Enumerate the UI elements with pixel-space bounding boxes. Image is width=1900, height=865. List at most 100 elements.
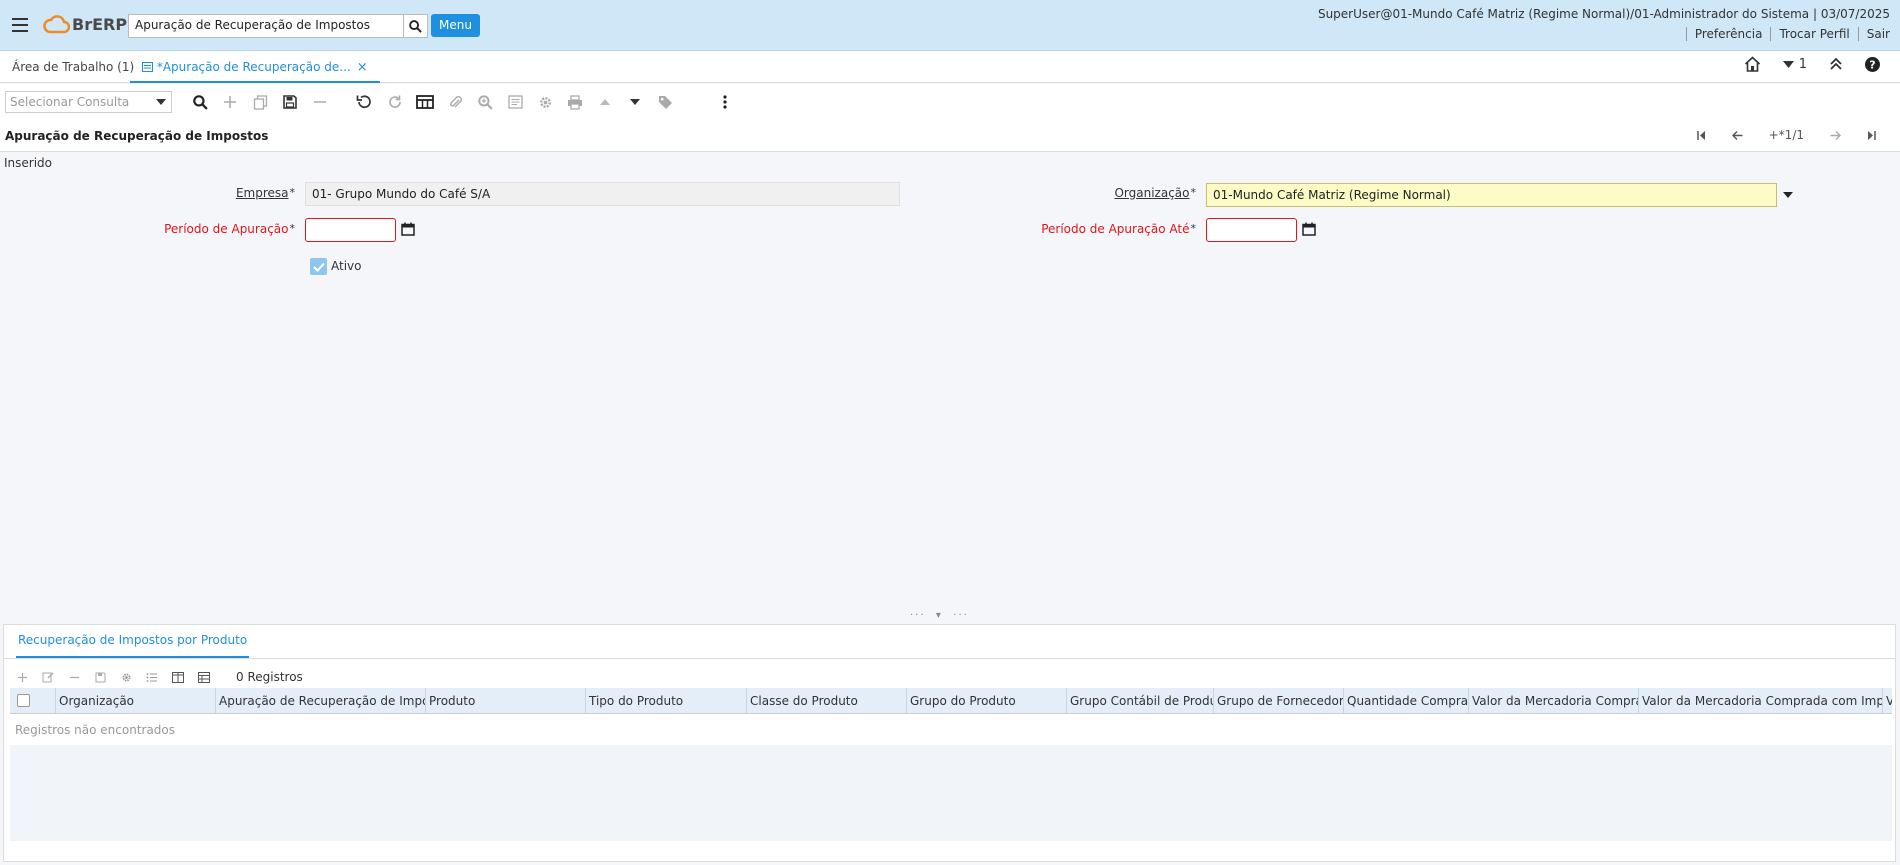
organizacao-dropdown-button[interactable] — [1777, 183, 1799, 207]
column-header[interactable]: Grupo do Produto — [906, 688, 1066, 713]
grid-new-icon[interactable] — [15, 670, 29, 684]
empresa-field[interactable]: 01- Grupo Mundo do Café S/A — [305, 182, 900, 206]
window-counter-dropdown[interactable]: 1 — [1782, 56, 1807, 72]
tag-icon[interactable] — [656, 93, 674, 111]
preferences-link[interactable]: Preferência — [1685, 27, 1771, 41]
tab-active-label: *Apuração de Recuperação de... — [156, 60, 351, 74]
window-icon — [142, 62, 153, 72]
user-context-info: SuperUser@01-Mundo Café Matriz (Regime N… — [1317, 7, 1890, 21]
periodo-apuracao-field[interactable] — [305, 218, 396, 242]
first-record-icon[interactable] — [1696, 130, 1706, 140]
window-tabbar: Área de Trabalho (1) *Apuração de Recupe… — [0, 51, 1900, 83]
tab-recuperacao-impostos-produto[interactable]: Recuperação de Impostos por Produto — [16, 625, 250, 658]
tab-active-window[interactable]: *Apuração de Recuperação de... × — [130, 51, 380, 83]
column-header[interactable]: Produto — [425, 688, 585, 713]
new-record-icon[interactable] — [221, 93, 239, 111]
ativo-label: Ativo — [331, 259, 362, 273]
zoom-across-icon[interactable] — [476, 93, 494, 111]
caret-down-icon — [1783, 192, 1793, 198]
change-role-link[interactable]: Trocar Perfil — [1770, 27, 1857, 41]
collapse-up-icon[interactable] — [1829, 57, 1843, 71]
top-right-actions: 1 ? — [1744, 56, 1880, 72]
column-header[interactable]: Grupo Contábil de Produto — [1066, 688, 1213, 713]
select-all-checkbox[interactable] — [17, 694, 30, 707]
svg-text:?: ? — [1869, 58, 1875, 71]
organizacao-label: Organização* — [1114, 186, 1196, 200]
save-icon[interactable] — [281, 93, 299, 111]
hamburger-menu-icon[interactable] — [12, 18, 28, 32]
grid-save-icon[interactable] — [93, 670, 107, 684]
grid-header: Organização Apuração de Recuperação de I… — [10, 688, 1892, 714]
delete-icon[interactable] — [311, 93, 329, 111]
copy-record-icon[interactable] — [251, 93, 269, 111]
column-header[interactable]: Organização — [55, 688, 215, 713]
column-header[interactable]: Apuração de Recuperação de Impostos — [215, 688, 425, 713]
periodo-apuracao-ate-field[interactable] — [1206, 218, 1297, 242]
caret-down-icon — [155, 99, 166, 105]
checkmark-icon — [312, 262, 325, 272]
find-icon[interactable] — [191, 93, 209, 111]
record-navigation: +*1/1 — [1696, 128, 1876, 142]
grid-body — [10, 745, 1892, 841]
grid-delete-icon[interactable] — [67, 670, 81, 684]
logout-link[interactable]: Sair — [1857, 27, 1890, 41]
column-header[interactable]: Valor da Mercadoria Comprada — [1468, 688, 1638, 713]
last-record-icon[interactable] — [1867, 130, 1876, 140]
search-icon — [409, 19, 422, 33]
empty-grid-message: Registros não encontrados — [15, 723, 176, 737]
attachment-icon[interactable] — [446, 93, 464, 111]
undo-icon[interactable] — [355, 93, 373, 111]
window-toolbar: Selecionar Consulta — [0, 84, 1900, 120]
help-icon[interactable]: ? — [1865, 56, 1880, 72]
record-count: 0 Registros — [236, 670, 303, 684]
next-record-icon[interactable] — [1830, 130, 1841, 140]
column-header[interactable]: Classe do Produto — [746, 688, 906, 713]
grid-edit-icon[interactable] — [41, 670, 55, 684]
column-header[interactable]: V — [1882, 688, 1892, 713]
app-logo[interactable]: BrERP — [42, 13, 127, 35]
column-header[interactable]: Valor da Mercadoria Comprada com Imposto… — [1638, 688, 1882, 713]
column-header[interactable]: Tipo do Produto — [585, 688, 746, 713]
query-dropdown-button[interactable] — [150, 91, 172, 113]
ativo-checkbox[interactable] — [310, 258, 327, 275]
organizacao-field[interactable]: 01-Mundo Café Matriz (Regime Normal) — [1206, 183, 1777, 207]
calendar-icon[interactable] — [401, 222, 415, 236]
parent-record-icon[interactable] — [596, 93, 614, 111]
column-header[interactable]: Quantidade Comprada — [1343, 688, 1468, 713]
grid-sort-icon[interactable] — [145, 670, 159, 684]
window-title: Apuração de Recuperação de Impostos — [5, 129, 269, 143]
calendar-icon[interactable] — [1302, 222, 1316, 236]
empresa-label: Empresa* — [235, 186, 295, 200]
home-icon[interactable] — [1744, 56, 1761, 72]
report-icon[interactable] — [506, 93, 524, 111]
print-icon[interactable] — [566, 93, 584, 111]
menu-button[interactable]: Menu — [431, 14, 480, 37]
grid-layout-icon[interactable] — [197, 670, 211, 684]
more-options-icon[interactable] — [716, 93, 734, 111]
panel-splitter[interactable]: ··· ▾ ··· — [910, 610, 969, 621]
user-links: Preferência Trocar Perfil Sair — [1685, 27, 1890, 41]
refresh-icon[interactable] — [386, 93, 404, 111]
grid-gear-icon[interactable] — [119, 670, 133, 684]
tab-workspace[interactable]: Área de Trabalho (1) — [12, 51, 134, 83]
detail-tab-divider — [4, 658, 1895, 659]
periodo-apuracao-ate-label: Período de Apuração Até* — [1041, 222, 1196, 236]
caret-down-icon — [1782, 60, 1794, 68]
close-icon[interactable]: × — [357, 60, 368, 75]
query-select[interactable]: Selecionar Consulta — [5, 91, 153, 113]
column-header[interactable]: Grupo de Fornecedores — [1213, 688, 1343, 713]
record-status: Inserido — [4, 156, 53, 170]
search-button[interactable] — [404, 14, 428, 38]
detail-record-icon[interactable] — [626, 93, 644, 111]
record-indicator: +*1/1 — [1768, 128, 1804, 142]
grid-columns-icon[interactable] — [171, 670, 185, 684]
menu-search-input[interactable]: Apuração de Recuperação de Impostos — [128, 14, 404, 38]
logo-cloud-icon — [43, 15, 70, 34]
previous-record-icon[interactable] — [1731, 130, 1743, 140]
process-gear-icon[interactable] — [536, 93, 554, 111]
grid-toggle-icon[interactable] — [416, 93, 434, 111]
window-counter: 1 — [1798, 56, 1807, 72]
logo-text: BrERP — [72, 14, 128, 34]
periodo-apuracao-label: Período de Apuração* — [164, 222, 295, 236]
window-title-bar: Apuração de Recuperação de Impostos +*1/… — [0, 120, 1900, 152]
